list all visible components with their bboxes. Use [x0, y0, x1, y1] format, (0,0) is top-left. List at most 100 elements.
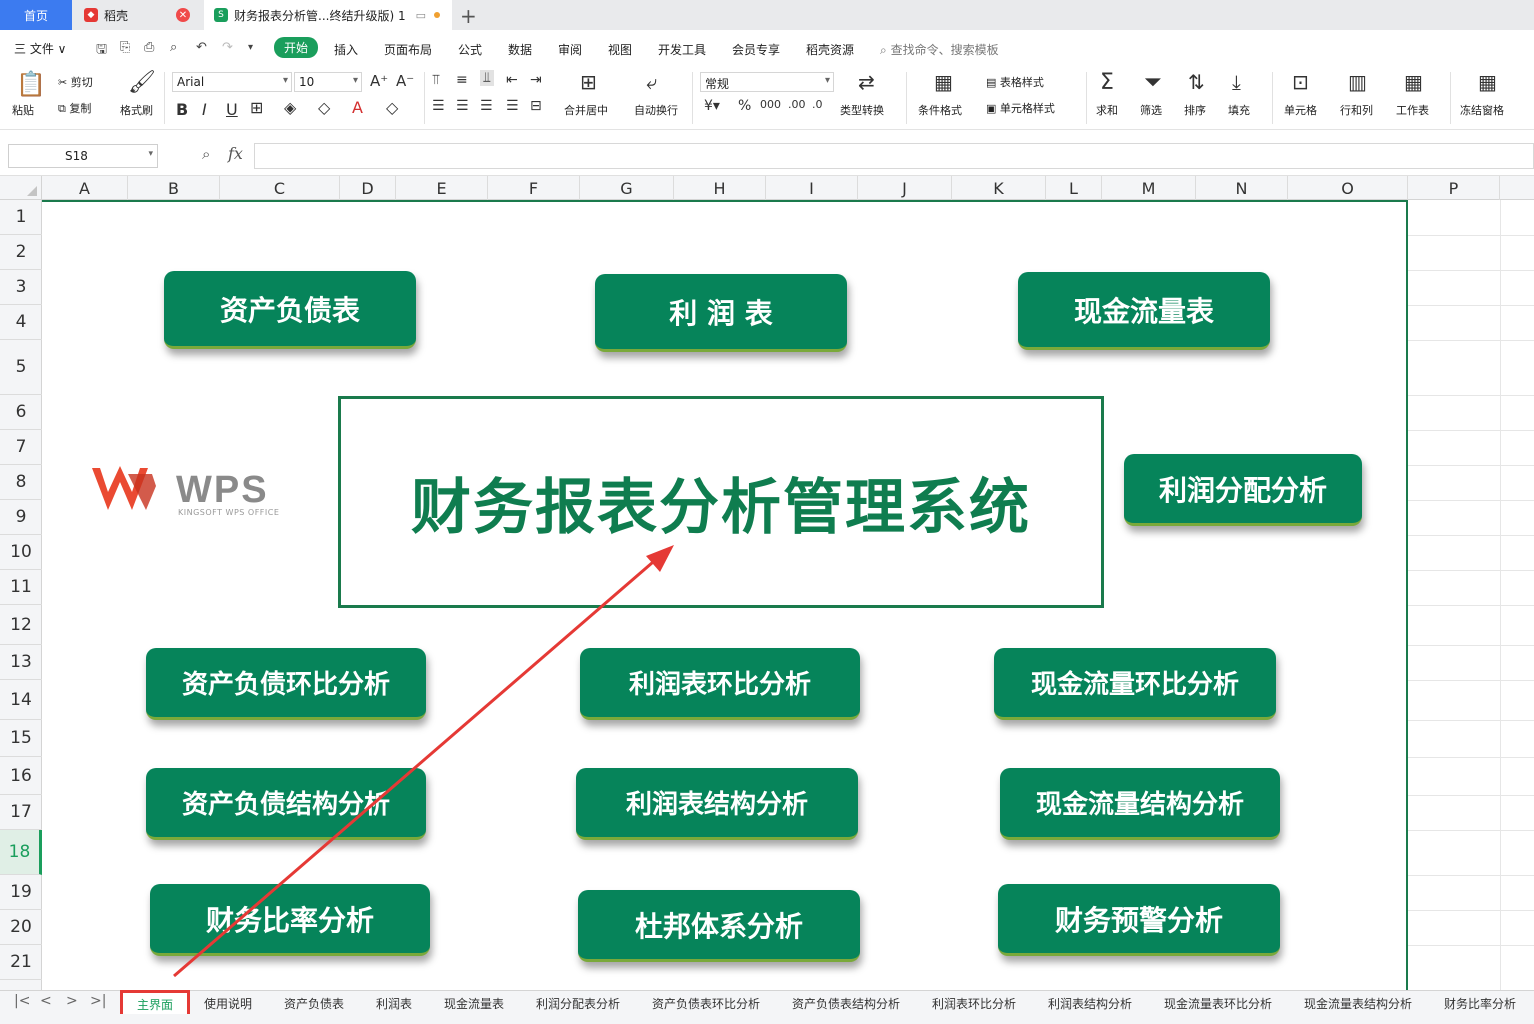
- menu-home[interactable]: 开始: [274, 37, 319, 58]
- increase-font-icon[interactable]: A⁺: [370, 72, 388, 90]
- zoom-icon[interactable]: ⌕: [202, 145, 210, 163]
- font-color-icon[interactable]: A: [352, 98, 363, 117]
- sheet-tab[interactable]: 资产负债表: [284, 995, 344, 1012]
- conditional-format-icon[interactable]: ▦: [934, 70, 953, 94]
- worksheet-icon[interactable]: ▦: [1404, 70, 1423, 94]
- function-icon[interactable]: fx: [228, 144, 243, 163]
- italic-icon[interactable]: I: [202, 100, 207, 119]
- convert-icon[interactable]: ⇄: [858, 70, 875, 94]
- row-header[interactable]: 15: [0, 720, 42, 757]
- filter-icon[interactable]: ⏷: [1144, 70, 1162, 95]
- menu-page-layout[interactable]: 页面布局: [384, 41, 432, 58]
- tab-daoke[interactable]: ◆ 稻壳 ✕: [74, 0, 198, 30]
- align-bottom-icon[interactable]: ⫫: [480, 70, 494, 86]
- type-convert-button[interactable]: 类型转换: [840, 102, 884, 118]
- justify-icon[interactable]: ☰: [506, 98, 519, 114]
- select-all-corner[interactable]: [0, 176, 42, 200]
- sort-icon[interactable]: ⇅: [1188, 70, 1205, 94]
- more-icon[interactable]: ▾: [248, 42, 253, 53]
- cut-button[interactable]: ✂ 剪切: [58, 74, 93, 90]
- wrap-text-button[interactable]: 自动换行: [634, 102, 678, 118]
- balance-structure-button[interactable]: 资产负债结构分析: [146, 768, 426, 840]
- next-sheet-icon[interactable]: >: [66, 993, 78, 1009]
- first-sheet-icon[interactable]: |<: [14, 993, 30, 1009]
- align-right-icon[interactable]: ☰: [480, 98, 493, 114]
- menu-view[interactable]: 视图: [608, 41, 632, 58]
- freeze-icon[interactable]: ▦: [1478, 70, 1497, 94]
- percent-icon[interactable]: %: [738, 98, 751, 114]
- close-icon[interactable]: ✕: [176, 8, 190, 22]
- fill-color-icon[interactable]: ◇: [318, 98, 330, 117]
- format-painter-button[interactable]: 格式刷: [120, 102, 153, 118]
- balance-sheet-button[interactable]: 资产负债表: [164, 271, 416, 349]
- merge-center-button[interactable]: 合并居中: [564, 102, 608, 118]
- sheet-tab[interactable]: 利润表环比分析: [932, 995, 1016, 1012]
- row-header-selected[interactable]: 18: [0, 830, 42, 875]
- row-header[interactable]: 12: [0, 605, 42, 645]
- fill-icon[interactable]: ⤓: [1232, 70, 1241, 94]
- balance-mom-button[interactable]: 资产负债环比分析: [146, 648, 426, 720]
- profit-mom-button[interactable]: 利润表环比分析: [580, 648, 860, 720]
- row-header[interactable]: 3: [0, 270, 42, 305]
- menu-data[interactable]: 数据: [508, 41, 532, 58]
- sheet-area[interactable]: 资产负债表 利 润 表 现金流量表 WPS KINGSOFT WPS OFFIC…: [42, 200, 1534, 990]
- wrap-icon[interactable]: ⤶: [646, 70, 657, 94]
- row-header[interactable]: 14: [0, 680, 42, 720]
- row-header[interactable]: 1: [0, 200, 42, 235]
- align-top-icon[interactable]: ⫪: [432, 72, 440, 88]
- row-header[interactable]: 8: [0, 465, 42, 500]
- file-menu[interactable]: 三 文件 ∨: [14, 40, 66, 57]
- ratio-analysis-button[interactable]: 财务比率分析: [150, 884, 430, 956]
- sheet-tab[interactable]: 资产负债表结构分析: [792, 995, 900, 1012]
- column-header[interactable]: A: [42, 176, 128, 200]
- menu-developer[interactable]: 开发工具: [658, 41, 706, 58]
- font-size-select[interactable]: 10: [294, 72, 362, 92]
- sheet-tab[interactable]: 利润表: [376, 995, 412, 1012]
- cell-icon[interactable]: ⊡: [1292, 70, 1309, 94]
- column-header[interactable]: D: [340, 176, 396, 200]
- profit-distribution-button[interactable]: 利润分配分析: [1124, 454, 1362, 526]
- row-header[interactable]: 5: [0, 340, 42, 395]
- undo-icon[interactable]: ↶: [196, 40, 207, 55]
- row-header[interactable]: 13: [0, 645, 42, 680]
- worksheet-button[interactable]: 工作表: [1396, 102, 1429, 118]
- fill-shape-icon[interactable]: ◈: [284, 98, 296, 117]
- column-header[interactable]: P: [1408, 176, 1500, 200]
- row-header[interactable]: 6: [0, 395, 42, 430]
- merge-icon[interactable]: ⊞: [580, 70, 597, 94]
- align-center-icon[interactable]: ☰: [456, 98, 469, 114]
- cell-button[interactable]: 单元格: [1284, 102, 1317, 118]
- column-header[interactable]: J: [858, 176, 952, 200]
- align-middle-icon[interactable]: ≡: [456, 72, 468, 88]
- cell-style-button[interactable]: ▣ 单元格样式: [986, 100, 1055, 116]
- sum-button[interactable]: 求和: [1096, 102, 1118, 118]
- clear-icon[interactable]: ◇: [386, 98, 398, 117]
- cash-structure-button[interactable]: 现金流量结构分析: [1000, 768, 1280, 840]
- sheet-tab[interactable]: 财务比率分析: [1444, 995, 1516, 1012]
- tab-home[interactable]: 首页: [0, 0, 72, 30]
- indent-decrease-icon[interactable]: ⇤: [506, 72, 518, 88]
- underline-icon[interactable]: U: [226, 100, 238, 119]
- income-statement-button[interactable]: 利 润 表: [595, 274, 847, 352]
- dupont-analysis-button[interactable]: 杜邦体系分析: [578, 890, 860, 962]
- export-pdf-icon[interactable]: ⎘: [120, 40, 130, 55]
- border-icon[interactable]: ⊞: [250, 98, 263, 117]
- name-box[interactable]: S18: [8, 144, 158, 168]
- sort-button[interactable]: 排序: [1184, 102, 1206, 118]
- column-header[interactable]: B: [128, 176, 220, 200]
- column-header[interactable]: M: [1102, 176, 1196, 200]
- font-select[interactable]: Arial: [172, 72, 292, 92]
- row-header[interactable]: 2: [0, 235, 42, 270]
- cash-mom-button[interactable]: 现金流量环比分析: [994, 648, 1276, 720]
- column-header[interactable]: C: [220, 176, 340, 200]
- sum-icon[interactable]: Σ: [1100, 70, 1114, 95]
- column-header[interactable]: G: [580, 176, 674, 200]
- command-search[interactable]: ⌕ 查找命令、搜索模板: [880, 41, 999, 58]
- bold-icon[interactable]: B: [176, 100, 188, 119]
- sheet-tab[interactable]: 使用说明: [204, 995, 252, 1012]
- sheet-tab[interactable]: 现金流量表环比分析: [1164, 995, 1272, 1012]
- fill-button[interactable]: 填充: [1228, 102, 1250, 118]
- copy-button[interactable]: ⧉ 复制: [58, 100, 91, 116]
- cash-flow-button[interactable]: 现金流量表: [1018, 272, 1270, 350]
- column-header[interactable]: L: [1046, 176, 1102, 200]
